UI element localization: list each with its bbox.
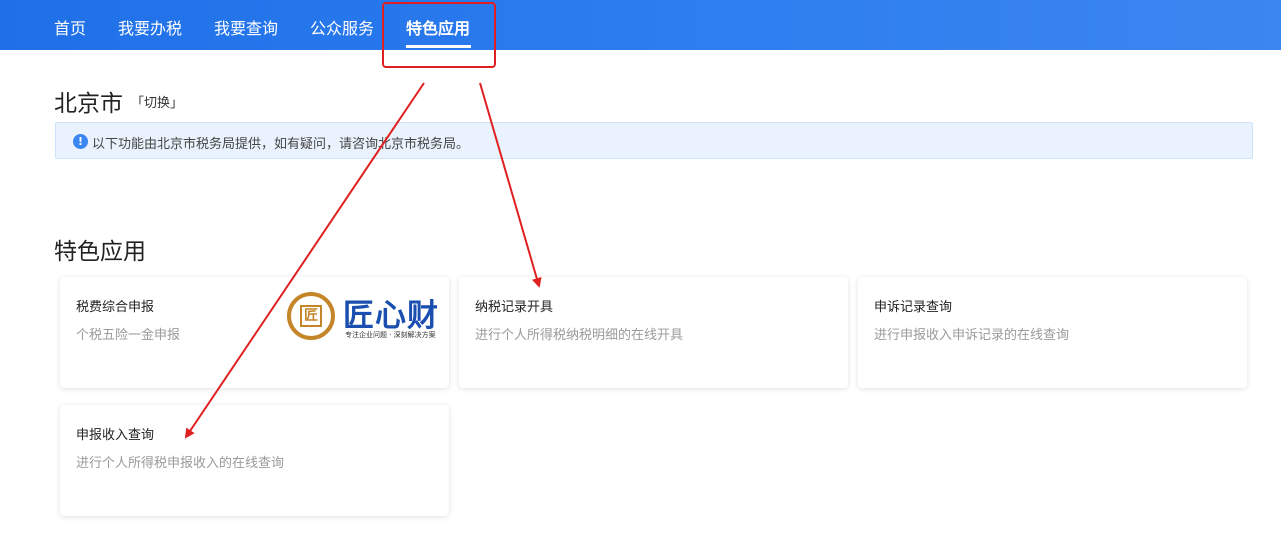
switch-city-link[interactable]: 「切换」	[131, 92, 183, 111]
card-description: 进行申报收入申诉记录的在线查询	[874, 328, 1070, 343]
notice-text: 以下功能由北京市税务局提供，如有疑问，请咨询北京市税务局。	[92, 137, 470, 152]
card-tax-record-issuance[interactable]: 纳税记录开具 进行个人所得税纳税明细的在线开具	[459, 277, 848, 388]
card-declared-income-query[interactable]: 申报收入查询 进行个人所得税申报收入的在线查询	[60, 405, 449, 516]
annotation-arrow-to-tax-record	[479, 82, 542, 288]
card-title: 申诉记录查询	[874, 300, 953, 315]
nav-item-tax-handling[interactable]: 我要办税	[118, 0, 182, 50]
info-icon: !	[73, 134, 88, 149]
brand-watermark: 匠 匠心财 专注企业问题 · 深刻解决方案	[287, 290, 447, 346]
card-description: 进行个人所得税纳税明细的在线开具	[475, 328, 684, 343]
card-appeal-record-query[interactable]: 申诉记录查询 进行申报收入申诉记录的在线查询	[858, 277, 1247, 388]
top-nav-bar: 首页 我要办税 我要查询 公众服务 特色应用	[0, 0, 1281, 50]
brand-name: 匠心财	[343, 298, 439, 334]
annotation-highlight-box	[382, 2, 496, 68]
nav-item-home[interactable]: 首页	[54, 0, 86, 50]
brand-logo-icon: 匠	[287, 292, 335, 340]
card-description: 个税五险一金申报	[76, 328, 181, 343]
card-title: 申报收入查询	[76, 428, 155, 443]
nav-item-query[interactable]: 我要查询	[214, 0, 278, 50]
brand-tagline: 专注企业问题 · 深刻解决方案	[345, 331, 436, 339]
city-title: 北京市	[54, 91, 123, 117]
notice-banner: ! 以下功能由北京市税务局提供，如有疑问，请咨询北京市税务局。	[55, 122, 1253, 159]
card-description: 进行个人所得税申报收入的在线查询	[76, 456, 285, 471]
nav-item-public-services[interactable]: 公众服务	[310, 0, 374, 50]
card-title: 纳税记录开具	[475, 300, 554, 315]
card-title: 税费综合申报	[76, 300, 155, 315]
section-title: 特色应用	[54, 239, 146, 265]
